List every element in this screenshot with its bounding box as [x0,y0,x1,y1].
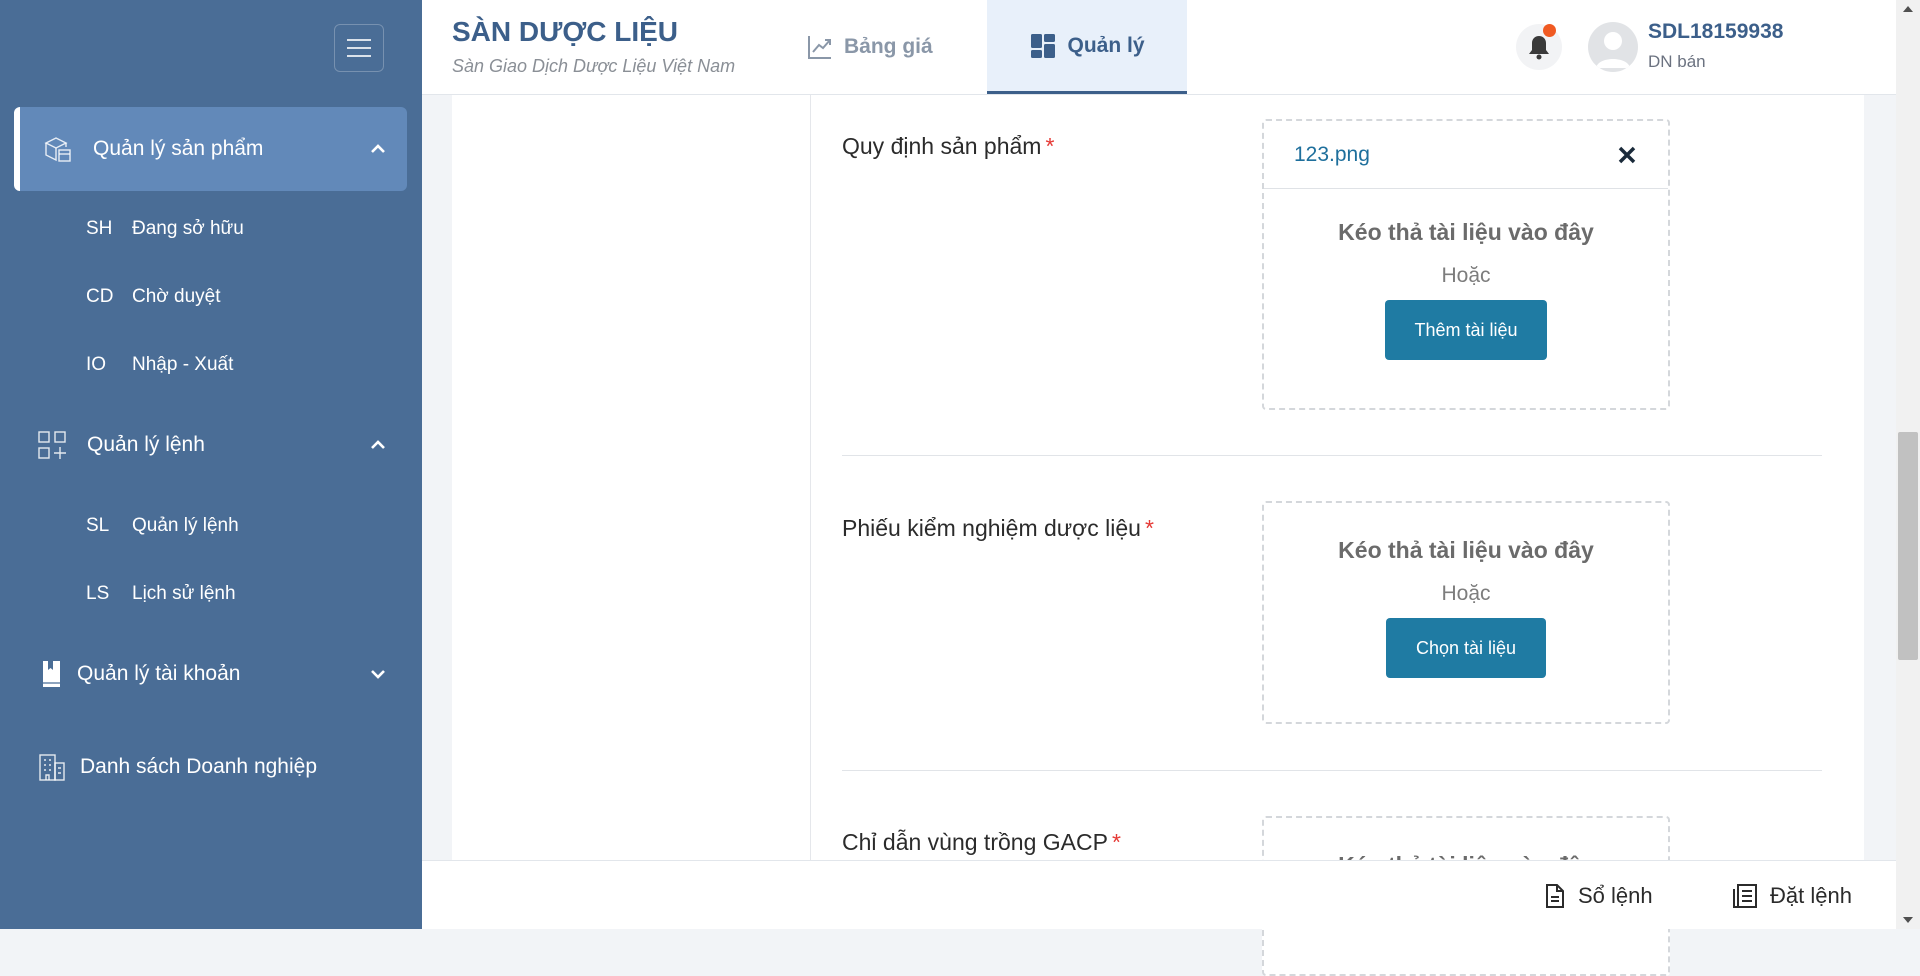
document-icon [1546,883,1564,908]
order-book-button[interactable]: Sổ lệnh [1544,861,1653,930]
uploaded-file-name[interactable]: 123.png [1294,143,1370,167]
chevron-up-icon [371,440,385,449]
order-book-label: Sổ lệnh [1578,882,1653,908]
dropzone-or-text: Hoặc [1441,264,1491,287]
place-order-button[interactable]: Đặt lệnh [1732,861,1852,930]
choose-document-button[interactable]: Chọn tài liệu [1386,618,1546,678]
scroll-thumb[interactable] [1898,432,1918,660]
tab-management[interactable]: Quản lý [987,0,1187,94]
sidebar-item-label: Chờ duyệt [132,286,221,307]
form-left-column [452,95,811,860]
place-order-label: Đặt lệnh [1770,882,1852,908]
scroll-down-icon[interactable] [1903,917,1913,923]
sidebar-item-abbr: SH [86,218,113,239]
notification-button[interactable] [1516,24,1562,70]
chart-line-icon [808,36,831,59]
close-icon[interactable] [1616,144,1638,166]
scroll-up-icon[interactable] [1903,6,1913,12]
sidebar-group-product-management[interactable]: Quản lý sản phẩm [14,107,407,191]
required-mark: * [1144,515,1154,541]
sidebar-group-label: Quản lý sản phẩm [93,137,264,160]
sidebar-item-label: Nhập - Xuất [132,354,234,375]
sidebar-group-business-list[interactable]: Danh sách Doanh nghiệp [14,725,407,809]
field-label-text: Chỉ dẫn vùng trồng GACP [842,829,1108,855]
sidebar-group-label: Danh sách Doanh nghiệp [80,755,318,778]
sidebar-item-abbr: LS [86,583,110,604]
top-header: SÀN DƯỢC LIỆU Sàn Giao Dịch Dược Liệu Vi… [422,0,1896,95]
section-divider [842,455,1822,456]
sidebar-group-account-management[interactable]: Quản lý tài khoản [14,632,407,716]
sidebar-item-abbr: SL [86,515,110,536]
building-icon [39,754,65,781]
sidebar-group-label: Quản lý lệnh [87,433,205,456]
dropzone-product-regulation[interactable]: 123.png Kéo thả tài liệu vào đây Hoặc Th… [1262,119,1670,410]
field-label-product-regulation: Quy định sản phẩm * [842,133,1054,160]
bottom-action-bar: Sổ lệnh Đặt lệnh [422,860,1896,929]
user-role: DN bán [1648,52,1706,71]
tab-price-board[interactable]: Bảng giá [806,0,986,94]
sidebar-item-pending[interactable]: CD Chờ duyệt [86,277,221,317]
field-label-gacp-region: Chỉ dẫn vùng trồng GACP * [842,829,1121,856]
uploaded-file-row: 123.png [1264,121,1668,189]
bell-icon [1529,36,1549,60]
dashboard-icon [1031,33,1056,58]
dropzone-title: Kéo thả tài liệu vào đây [1338,537,1594,563]
notification-badge [1543,24,1556,37]
sidebar-item-label: Lịch sử lệnh [132,583,236,604]
sidebar-group-label: Quản lý tài khoản [77,662,241,685]
sidebar-item-label: Đang sở hữu [132,218,244,239]
chevron-down-icon [371,670,385,679]
chevron-up-icon [371,144,385,153]
dropzone-test-report[interactable]: Kéo thả tài liệu vào đây Hoặc Chọn tài l… [1262,501,1670,724]
avatar[interactable] [1588,22,1638,72]
dropzone-title: Kéo thả tài liệu vào đây [1338,219,1594,245]
brand-subtitle: Sàn Giao Dịch Dược Liệu Việt Nam [452,56,736,76]
dropzone-or-text: Hoặc [1441,582,1491,605]
brand-title[interactable]: SÀN DƯỢC LIỆU [452,16,678,48]
tab-label: Bảng giá [844,35,933,58]
sidebar-item-abbr: IO [86,354,107,375]
sidebar: Quản lý sản phẩm SH Đang sở hữu CD Chờ d… [0,0,422,929]
required-mark: * [1045,133,1055,159]
page-scrollbar[interactable] [1896,0,1920,929]
add-document-button[interactable]: Thêm tài liệu [1385,300,1547,360]
sidebar-item-order-history[interactable]: LS Lịch sử lệnh [86,574,236,614]
field-label-text: Phiếu kiểm nghiệm dược liệu [842,515,1141,541]
required-mark: * [1111,829,1121,855]
section-divider [842,770,1822,771]
field-label-text: Quy định sản phẩm [842,133,1042,159]
account-book-icon [43,661,60,687]
sidebar-item-manage-orders[interactable]: SL Quản lý lệnh [86,506,239,546]
menu-toggle-button[interactable] [334,24,384,72]
boxes-icon [44,137,71,162]
tab-label: Quản lý [1067,33,1145,57]
list-document-icon [1733,883,1757,908]
sidebar-item-label: Quản lý lệnh [132,515,239,536]
user-id[interactable]: SDL18159938 [1648,20,1783,44]
main-content: Quy định sản phẩm * 123.png Kéo thả tài l… [452,95,1864,976]
user-placeholder-icon [1596,32,1630,68]
field-label-test-report: Phiếu kiểm nghiệm dược liệu * [842,515,1154,542]
grid-plus-icon [38,431,66,459]
sidebar-item-owned[interactable]: SH Đang sở hữu [86,209,244,249]
sidebar-group-order-management[interactable]: Quản lý lệnh [14,403,407,487]
sidebar-item-abbr: CD [86,286,114,307]
sidebar-item-import-export[interactable]: IO Nhập - Xuất [86,345,233,385]
